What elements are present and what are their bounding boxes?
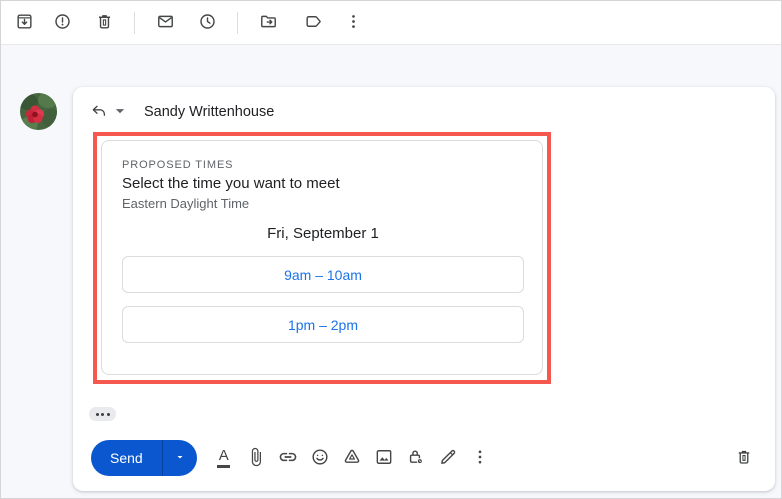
proposed-times-title: Select the time you want to meet — [122, 175, 524, 192]
insert-photo-icon — [374, 447, 394, 470]
snooze-icon — [198, 12, 217, 34]
gmail-reply-screen: Sandy Writtenhouse PROPOSED TIMES Select… — [0, 0, 782, 499]
formatting-options-button[interactable]: A — [211, 443, 237, 473]
labels-button[interactable] — [296, 6, 330, 40]
insert-from-drive-icon — [342, 447, 362, 470]
insert-emoji-icon — [310, 447, 330, 470]
more-compose-options-button[interactable] — [467, 443, 493, 473]
more-options-icon — [470, 447, 490, 470]
toolbar-separator — [134, 12, 135, 34]
compose-header: Sandy Writtenhouse — [90, 101, 274, 123]
reply-icon — [90, 102, 108, 123]
recipient-name: Sandy Writtenhouse — [144, 104, 274, 120]
time-slot-button-2[interactable]: 1pm – 2pm — [122, 306, 524, 343]
chevron-down-icon — [174, 451, 186, 466]
proposed-times-timezone: Eastern Daylight Time — [122, 196, 524, 211]
compose-format-icons: A — [208, 443, 496, 473]
attach-files-button[interactable] — [243, 443, 269, 473]
report-spam-button[interactable] — [45, 6, 79, 40]
send-split-button: Send — [91, 440, 197, 476]
toolbar-separator — [237, 12, 238, 34]
insert-link-button[interactable] — [275, 443, 301, 473]
chevron-down-icon — [111, 102, 129, 123]
sender-avatar[interactable] — [20, 93, 57, 130]
more-horizontal-icon — [96, 413, 99, 416]
move-to-icon — [259, 12, 278, 34]
proposed-times-card: PROPOSED TIMES Select the time you want … — [101, 140, 543, 375]
delete-button[interactable] — [87, 6, 121, 40]
insert-link-icon — [278, 447, 298, 470]
insert-signature-button[interactable] — [435, 443, 461, 473]
confidential-mode-icon — [406, 447, 426, 470]
labels-icon — [304, 12, 323, 34]
proposed-times-heading: PROPOSED TIMES — [122, 159, 524, 171]
formatting-options-icon: A — [217, 448, 230, 468]
more-options-icon — [344, 12, 363, 34]
discard-draft-icon — [735, 448, 753, 469]
insert-signature-icon — [438, 447, 458, 470]
show-trimmed-content-button[interactable] — [89, 407, 116, 421]
archive-icon — [15, 12, 34, 34]
discard-draft-button[interactable] — [729, 443, 759, 473]
insert-emoji-button[interactable] — [307, 443, 333, 473]
snooze-button[interactable] — [190, 6, 224, 40]
time-slot-button-1[interactable]: 9am – 10am — [122, 256, 524, 293]
reply-type-button[interactable] — [90, 102, 129, 123]
insert-from-drive-button[interactable] — [339, 443, 365, 473]
mark-unread-button[interactable] — [148, 6, 182, 40]
attach-files-icon — [246, 447, 266, 470]
report-spam-icon — [53, 12, 72, 34]
more-options-button[interactable] — [336, 6, 370, 40]
archive-button[interactable] — [7, 6, 41, 40]
compose-card: Sandy Writtenhouse PROPOSED TIMES Select… — [73, 87, 775, 491]
mark-unread-icon — [156, 12, 175, 34]
confidential-mode-button[interactable] — [403, 443, 429, 473]
insert-photo-button[interactable] — [371, 443, 397, 473]
message-toolbar — [1, 1, 781, 45]
highlight-annotation: PROPOSED TIMES Select the time you want … — [93, 132, 551, 384]
compose-toolbar: Send A — [91, 439, 759, 477]
delete-icon — [95, 12, 114, 34]
send-options-button[interactable] — [163, 440, 197, 476]
proposed-times-date: Fri, September 1 — [122, 225, 524, 242]
move-to-button[interactable] — [251, 6, 285, 40]
send-button[interactable]: Send — [91, 440, 162, 476]
